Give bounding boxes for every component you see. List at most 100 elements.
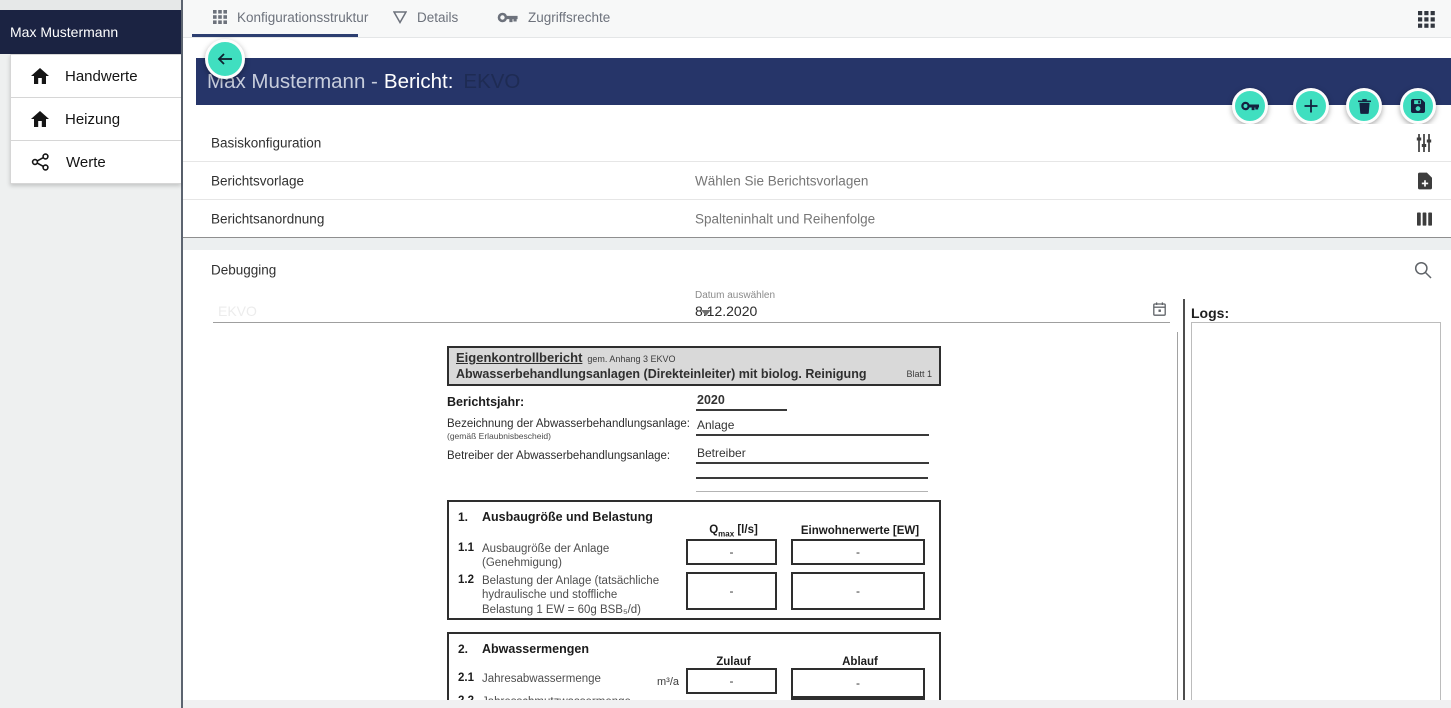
trash-icon (1358, 99, 1371, 114)
report-header-box: Eigenkontrollbericht gem. Anhang 3 EKVO A… (447, 346, 941, 386)
row-label: Berichtsvorlage (211, 173, 304, 188)
field-label-bezeichnung: Bezeichnung der Abwasserbehandlungsanlag… (447, 418, 696, 430)
sidebar-item-label: Handwerte (65, 68, 138, 85)
delete-button[interactable] (1346, 88, 1382, 124)
tab-label: Zugriffsrechte (528, 10, 610, 25)
note-add-icon[interactable] (1418, 172, 1432, 189)
sidebar-nav: Handwerte Heizung Werte (10, 54, 181, 184)
row-label: Jahresabwassermenge (482, 672, 622, 686)
page-title: Max Mustermann - Bericht: EKVO (207, 58, 520, 105)
row-unit: m³/a (624, 676, 679, 688)
logs-output-box[interactable] (1191, 322, 1441, 708)
sidebar-item-label: Werte (66, 154, 106, 171)
search-icon[interactable] (1414, 261, 1432, 279)
section-title: Ausbaugröße und Belastung (482, 510, 653, 524)
row-label: Basiskonfiguration (211, 135, 321, 150)
row-berichtsanordnung[interactable]: Berichtsanordnung Spalteninhalt und Reih… (183, 200, 1451, 237)
tab-details[interactable]: Details (393, 0, 458, 34)
report-title-suffix: gem. Anhang 3 EKVO (587, 354, 675, 364)
empty-field-line (696, 479, 928, 492)
row-number: 1.1 (458, 542, 474, 554)
back-arrow-icon (217, 52, 233, 66)
report-sheet-number: Blatt 1 (906, 367, 932, 381)
row-number: 1.2 (458, 574, 474, 586)
save-button[interactable] (1400, 88, 1436, 124)
row-berichtsvorlage[interactable]: Berichtsvorlage Wählen Sie Berichtsvorla… (183, 162, 1451, 200)
field-value-bezeichnung: Anlage (696, 418, 929, 436)
column-header-ew: Einwohnerwerte [EW] (791, 525, 929, 537)
share-icon (31, 153, 50, 171)
columns-icon[interactable] (1417, 211, 1432, 227)
empty-field-line (696, 464, 928, 479)
configuration-list: Basiskonfiguration Berichtsvorlage Wähle… (183, 124, 1451, 239)
sidebar-item-werte[interactable]: Werte (11, 141, 181, 183)
date-field-label: Datum auswählen (695, 290, 1170, 301)
bottom-scroll-strip[interactable] (183, 700, 1451, 708)
page-title-faint-value: EKVO (463, 70, 520, 94)
back-button[interactable] (205, 39, 245, 79)
debugging-section-header: Debugging (183, 250, 1451, 290)
tab-bar: Konfigurationsstruktur Details Zugriffsr… (183, 0, 1451, 38)
sidebar-item-heizung[interactable]: Heizung (11, 98, 181, 141)
field-sublabel-bezeichnung: (gemäß Erlaubnisbescheid) (447, 431, 696, 441)
value-cell: - (686, 572, 777, 610)
value-cell: - (791, 668, 925, 698)
active-tab-indicator (192, 34, 358, 37)
report-subtitle: Abwasserbehandlungsanlagen (Direkteinlei… (456, 367, 866, 381)
debugging-label: Debugging (211, 263, 276, 278)
tab-zugriffsrechte[interactable]: Zugriffsrechte (497, 0, 610, 34)
section-number: 2. (458, 642, 468, 656)
field-label-betreiber: Betreiber der Abwasserbehandlungsanlage: (447, 450, 670, 462)
value-cell: - (686, 668, 777, 694)
row-description: Wählen Sie Berichtsvorlagen (695, 173, 868, 188)
value-cell: - (791, 572, 925, 610)
section-title: Abwassermengen (482, 642, 589, 656)
field-value-betreiber: Betreiber (696, 446, 929, 464)
filter-icon (393, 11, 407, 24)
field-value-berichtsjahr: 2020 (696, 393, 787, 411)
sidebar: Max Mustermann Handwerte Heizung Werte (0, 0, 183, 708)
report-section-1: 1. Ausbaugröße und Belastung Qmax [l/s] … (447, 500, 941, 620)
tab-konfigurationsstruktur[interactable]: Konfigurationsstruktur (213, 0, 368, 34)
report-type-select[interactable]: EKVO (213, 296, 713, 323)
add-button[interactable] (1293, 88, 1329, 124)
key-icon (497, 12, 518, 23)
sliders-icon[interactable] (1416, 134, 1432, 152)
home-icon (31, 68, 49, 84)
column-header-ablauf: Ablauf (791, 656, 929, 668)
main-area: Konfigurationsstruktur Details Zugriffsr… (183, 0, 1451, 708)
value-cell: - (686, 539, 777, 565)
section-divider (183, 238, 1451, 250)
sidebar-item-label: Heizung (65, 111, 120, 128)
row-basiskonfiguration[interactable]: Basiskonfiguration (183, 124, 1451, 162)
logs-label: Logs: (1191, 305, 1229, 321)
value-cell: - (791, 539, 925, 565)
apps-grid-icon[interactable] (1416, 9, 1436, 29)
logs-divider (1183, 299, 1185, 708)
column-header-qmax: Qmax [l/s] (686, 524, 781, 538)
section-number: 1. (458, 510, 468, 524)
sidebar-item-handwerte[interactable]: Handwerte (11, 55, 181, 98)
row-label: Ausbaugröße der Anlage (Genehmigung) (482, 542, 667, 571)
report-preview: Eigenkontrollbericht gem. Anhang 3 EKVO A… (447, 346, 941, 708)
report-title: Eigenkontrollbericht (456, 350, 582, 365)
report-paper-edge (1177, 332, 1178, 708)
sidebar-user-name: Max Mustermann (10, 24, 118, 40)
permissions-key-button[interactable] (1232, 88, 1268, 124)
report-section-2: 2. Abwassermengen Zulauf Ablauf 2.1 Jahr… (447, 632, 941, 708)
column-header-zulauf: Zulauf (686, 656, 781, 668)
row-description: Spalteninhalt und Reihenfolge (695, 211, 875, 226)
key-icon (1241, 101, 1259, 111)
tab-label: Konfigurationsstruktur (237, 10, 368, 25)
field-label-berichtsjahr: Berichtsjahr: (447, 395, 524, 409)
plus-icon (1304, 99, 1318, 113)
row-number: 2.1 (458, 672, 474, 684)
sidebar-user-header: Max Mustermann (0, 10, 181, 54)
grid-icon (213, 10, 227, 24)
date-picker-field[interactable]: Datum auswählen 8.12.2020 (695, 290, 1170, 323)
date-field-value: 8.12.2020 (695, 303, 1170, 319)
row-label: Berichtsanordnung (211, 211, 324, 226)
calendar-icon[interactable] (1153, 302, 1166, 316)
report-fields: Berichtsjahr: 2020 Bezeichnung der Abwas… (447, 393, 941, 492)
home-icon (31, 111, 49, 127)
